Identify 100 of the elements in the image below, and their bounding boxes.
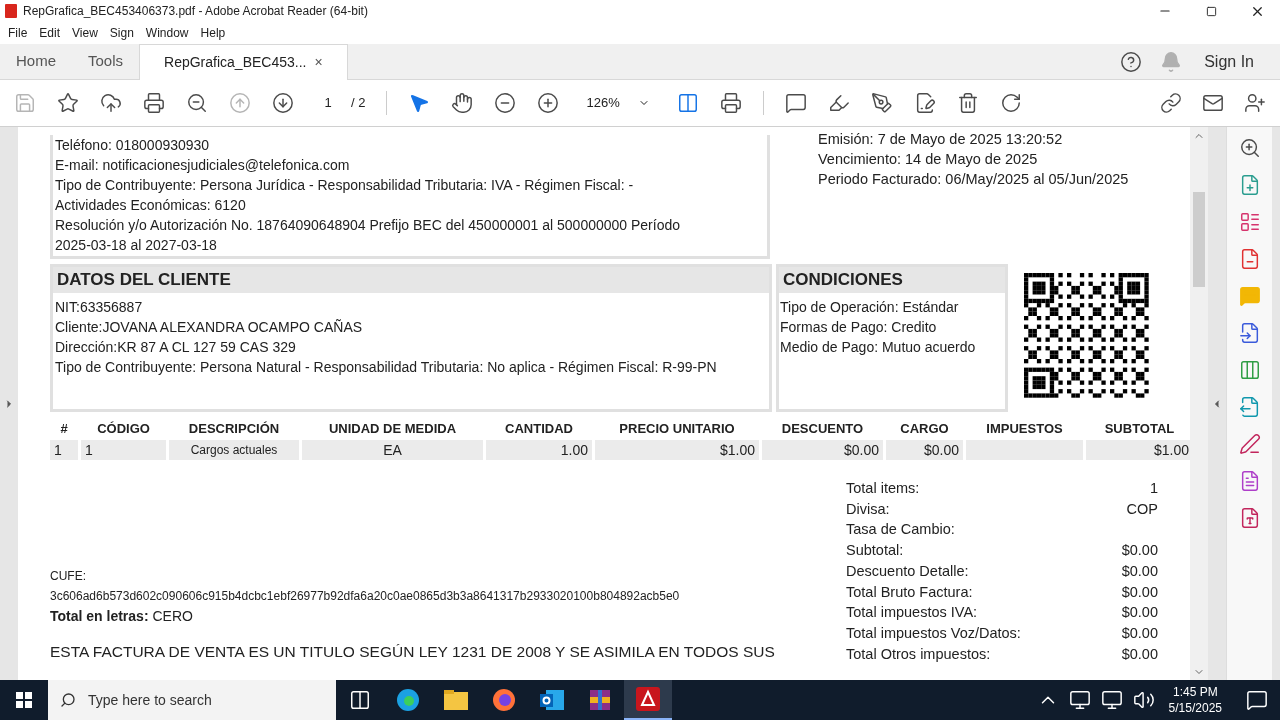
combine-icon[interactable] (1238, 322, 1261, 344)
firefox-icon[interactable] (492, 688, 516, 712)
upload-icon[interactable] (100, 92, 122, 114)
notifications-icon[interactable] (1246, 689, 1268, 711)
zoom-out-icon[interactable] (186, 92, 208, 114)
client-line: Tipo de Contribuyente: Persona Natural - Responsabilidad Tributaria: No aplica - Régimen Fiscal: R-99-PN (55, 358, 718, 377)
client-line: Dirección:KR 87 A CL 127 59 CAS 329 (55, 338, 297, 357)
column-header: IMPUESTOS (985, 420, 1064, 438)
zoom-in-circle-icon[interactable] (537, 92, 560, 114)
section-heading: CONDICIONES (779, 267, 1005, 293)
column-header: # (59, 420, 69, 438)
comment-icon[interactable] (784, 92, 807, 114)
maximize-icon (1205, 5, 1217, 17)
clock-date[interactable]: 5/15/2025 (1168, 700, 1222, 716)
column-header: CARGO (899, 420, 950, 438)
trash-icon[interactable] (956, 92, 979, 114)
page-count: / 2 (351, 94, 366, 113)
window-title: RepGrafica_BEC453406373.pdf - Adobe Acrobat Reader (64-bit) (23, 3, 368, 20)
mail-app-icon[interactable] (540, 688, 564, 712)
add-user-icon[interactable] (1244, 92, 1266, 114)
column-header: DESCRIPCIÓN (187, 420, 281, 438)
total-label: Total impuestos Voz/Datos: (846, 623, 1021, 643)
menu-item[interactable]: Help (194, 24, 232, 42)
rotate-icon[interactable] (999, 92, 1022, 114)
column-header: CÓDIGO (96, 420, 151, 438)
menu-item[interactable]: Window (139, 24, 195, 42)
send-file-icon[interactable] (1238, 396, 1261, 418)
total-label: Total impuestos IVA: (846, 603, 978, 623)
total-label: Total Otros impuestos: (846, 644, 991, 664)
tab-close-button[interactable]: × (314, 52, 323, 73)
table-cell: $1.00 (595, 440, 759, 460)
menu-item[interactable]: Edit (33, 24, 67, 42)
table-cell: 1.00 (486, 440, 592, 460)
total-value: $0.00 (1121, 541, 1158, 561)
clock-time[interactable]: 1:45 PM (1172, 684, 1218, 700)
issuer-line: E-mail: notificacionesjudiciales@telefonica.com (55, 156, 351, 175)
fill-sign-icon[interactable] (1238, 433, 1261, 455)
condition-line: Formas de Pago: Credito (780, 318, 938, 337)
issuer-line: Tipo de Contribuyente: Persona Jurídica - Responsabilidad Tributaria: IVA - Régimen Fiscal: - Actividades Económicas: 6120 (55, 176, 635, 215)
page-number-field[interactable]: 1 (315, 93, 341, 113)
menu-item[interactable]: Sign (103, 24, 140, 42)
folder-icon[interactable] (444, 690, 468, 710)
table-cell: EA (302, 440, 483, 460)
task-view-icon[interactable] (349, 689, 371, 711)
archive-icon[interactable] (588, 688, 612, 712)
nav-tab[interactable]: Home (0, 44, 72, 79)
sign-in-button[interactable]: Sign In (1204, 49, 1254, 74)
client-line: Cliente:JOVANA ALEXANDRA OCAMPO CAÑAS (55, 318, 364, 337)
total-label: Descuento Detalle: (846, 561, 969, 581)
compare-icon[interactable] (1238, 359, 1261, 381)
highlighter-icon[interactable] (827, 92, 850, 114)
acrobat-icon[interactable] (636, 687, 660, 711)
organize-icon[interactable] (1238, 211, 1261, 233)
total-value: $0.00 (1121, 644, 1158, 664)
zoom-dropdown[interactable]: 126% (580, 93, 656, 113)
column-header: SUBTOTAL (1103, 420, 1176, 438)
volume-icon[interactable] (1132, 689, 1155, 711)
nav-tab[interactable]: Tools (72, 44, 140, 79)
total-value: $0.00 (1121, 623, 1158, 643)
windows-start-icon[interactable] (16, 692, 32, 708)
invoice-date: Vencimiento: 14 de Mayo de 2025 (818, 150, 1039, 169)
zoom-out-circle-icon[interactable] (494, 92, 517, 114)
table-cell: 1 (81, 440, 166, 460)
table-cell: Cargos actuales (169, 440, 299, 460)
total-label: Total Bruto Factura: (846, 582, 973, 602)
total-value: $0.00 (1121, 582, 1158, 602)
print-icon[interactable] (143, 92, 165, 114)
table-cell: $0.00 (886, 440, 963, 460)
pen-icon[interactable] (870, 92, 893, 114)
help-icon[interactable] (1120, 50, 1143, 73)
mail-icon[interactable] (1202, 92, 1224, 114)
scroll-thumb[interactable] (1193, 192, 1205, 287)
search-icon (60, 692, 76, 708)
hand-icon[interactable] (451, 92, 474, 114)
column-header: DESCUENTO (780, 420, 865, 438)
menu-item[interactable]: File (2, 24, 34, 42)
taskbar-search-field[interactable]: Type here to search (48, 680, 336, 720)
link-icon[interactable] (1160, 92, 1182, 114)
browser-icon[interactable] (396, 688, 420, 712)
page-down-icon[interactable] (272, 92, 294, 114)
document-tab[interactable]: RepGrafica_BEC453... × (139, 44, 348, 80)
legal-notice: ESTA FACTURA DE VENTA ES UN TITULO SEGÚN LEY 1231 DE 2008 Y SE ASIMILA EN TODOS SUS (50, 642, 776, 662)
total-value: $0.00 (1121, 561, 1158, 581)
table-cell: $1.00 (1086, 440, 1190, 460)
total-label: Subtotal: (846, 541, 904, 561)
column-header: PRECIO UNITARIO (618, 420, 736, 438)
device-icon[interactable] (1068, 689, 1091, 711)
menu-item[interactable]: View (66, 24, 104, 42)
pointer-icon[interactable] (408, 92, 431, 114)
zoom-in-icon[interactable] (1238, 137, 1261, 159)
star-icon[interactable] (57, 92, 79, 114)
invoice-date: Periodo Facturado: 06/May/2025 al 05/Jun/2025 (818, 170, 1129, 189)
section-heading: DATOS DEL CLIENTE (53, 267, 769, 293)
condition-line: Tipo de Operación: Estándar (780, 298, 960, 317)
total-value: COP (1126, 499, 1158, 519)
fit-page-icon[interactable] (676, 92, 699, 114)
condition-line: Medio de Pago: Mutuo acuerdo (780, 338, 977, 357)
pdf-icon (5, 4, 17, 18)
cufe-code: 3c606ad6b573d602c090606c915b4dcbc1ebf26977b92dfa6a20c0ae0865d3b3a8641317b2933020100b804892acb5e0 (50, 588, 681, 605)
issuer-line: Teléfono: 018000930930 (55, 136, 211, 155)
